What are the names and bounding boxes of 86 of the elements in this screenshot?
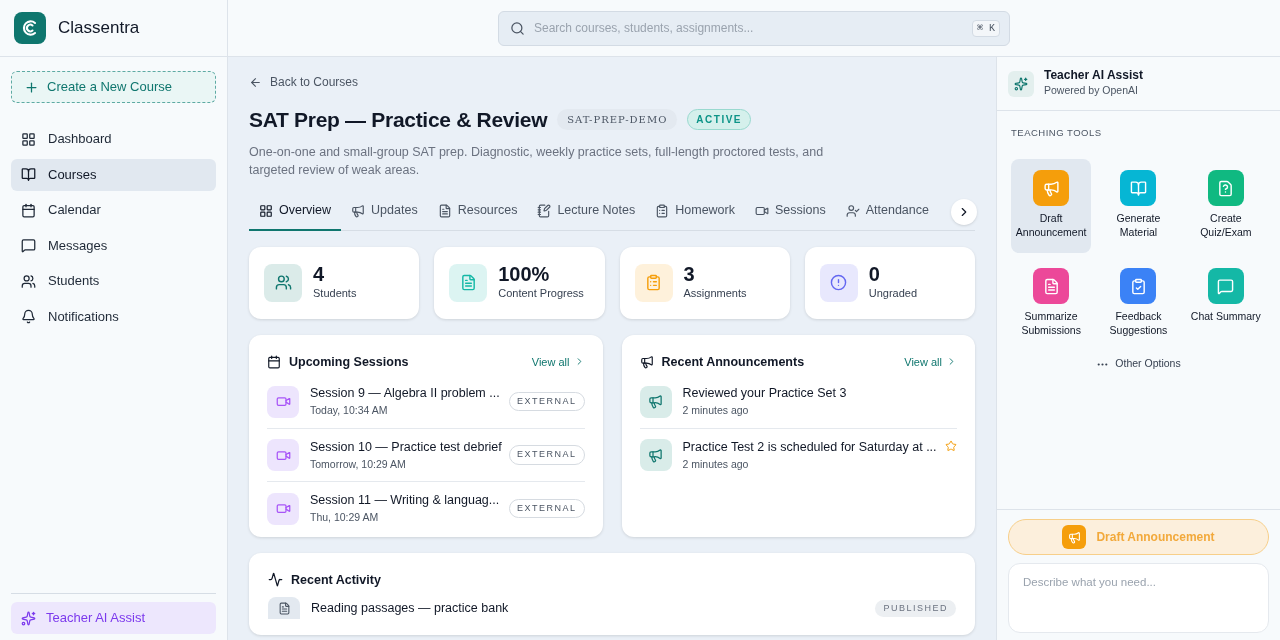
teaching-tool-button[interactable]: Draft Announcement — [1011, 159, 1092, 254]
course-tab[interactable]: Lecture Notes — [527, 192, 646, 231]
megaphone-icon — [639, 385, 672, 418]
dashboard-icon — [21, 131, 36, 147]
plus-icon — [24, 79, 39, 95]
megaphone-icon — [1062, 525, 1087, 549]
bell-icon — [21, 309, 36, 324]
stat-label: Content Progress — [498, 286, 584, 302]
announcement-time: 2 minutes ago — [682, 456, 750, 472]
chat-icon — [21, 238, 36, 253]
users-icon — [21, 273, 36, 289]
sparkles-icon — [1008, 70, 1034, 97]
course-tab[interactable]: Homework — [645, 192, 745, 231]
panel-title: Recent Announcements — [661, 353, 806, 371]
panel-title: Upcoming Sessions — [289, 353, 410, 371]
notebook-icon — [537, 203, 552, 218]
prompt-field[interactable]: Describe what you need... — [1008, 563, 1269, 633]
book-icon — [21, 167, 36, 182]
course-tab[interactable]: Overview — [249, 192, 342, 231]
video-icon — [267, 439, 299, 471]
course-code: SAT-PREP-DEMO — [557, 109, 678, 131]
megaphone-icon — [639, 439, 672, 471]
megaphone-icon — [639, 354, 654, 369]
announcement-title: Practice Test 2 is scheduled for Saturday at ... — [682, 438, 934, 456]
scroll-right-button[interactable] — [951, 198, 977, 225]
video-icon — [267, 385, 299, 418]
stat-value: 100% — [498, 263, 551, 286]
activity-title: Reading passages — practice bank — [311, 599, 510, 617]
stat-value: 4 — [313, 263, 326, 286]
search-icon — [510, 20, 525, 36]
brand-logo-icon — [14, 12, 46, 44]
view-all-link[interactable]: View all — [904, 353, 957, 371]
brand-name: Classentra — [58, 17, 140, 40]
document-icon — [268, 597, 300, 620]
document-icon — [437, 203, 452, 218]
create-course-button[interactable]: Create a New Course — [11, 71, 216, 103]
sidebar-item[interactable]: Notifications — [11, 300, 216, 333]
stat-label: Ungraded — [868, 286, 918, 302]
sidebar-item[interactable]: Students — [11, 265, 216, 297]
teaching-tool-button[interactable]: Summarize Submissions — [1011, 257, 1092, 352]
course-tab[interactable]: Sessions — [745, 192, 836, 231]
activity-icon — [268, 572, 283, 588]
stat-value: 3 — [683, 263, 696, 286]
clipboard-icon — [655, 203, 670, 218]
announcement-title: Reviewed your Practice Set 3 — [682, 385, 848, 403]
session-time: Thu, 10:29 AM — [310, 510, 380, 525]
grid-icon — [259, 203, 273, 218]
back-link[interactable]: Back to Courses — [249, 73, 975, 91]
video-icon — [267, 492, 299, 525]
announcement-time: 2 minutes ago — [682, 403, 750, 418]
stat-label: Assignments — [683, 286, 747, 302]
published-tag: PUBLISHED — [875, 599, 956, 617]
session-time: Today, 10:34 AM — [310, 403, 389, 418]
sidebar-item[interactable]: Courses — [11, 158, 216, 191]
panel-title: Recent Activity — [291, 571, 381, 589]
course-title: SAT Prep — Practice & Review — [249, 107, 548, 133]
stat-label: Students — [313, 286, 357, 302]
calendar-icon — [267, 354, 281, 369]
sidebar-item[interactable]: Calendar — [11, 194, 216, 226]
session-time: Tomorrow, 10:29 AM — [310, 456, 407, 472]
course-description: One-on-one and small-group SAT prep. Diagnostic, weekly practice sets, full-length proctored tests, and targeted review of weak areas. — [249, 143, 825, 179]
section-label: TEACHING TOOLS — [1010, 126, 1103, 140]
megaphone-icon — [351, 203, 366, 218]
ai-assist-button[interactable]: Teacher AI Assist — [11, 602, 216, 634]
assistant-title: Teacher AI Assist — [1044, 68, 1143, 84]
star-icon[interactable] — [945, 439, 957, 452]
assistant-subtitle: Powered by OpenAI — [1044, 83, 1139, 99]
session-title: Session 11 — Writing & languag... — [310, 492, 498, 510]
sparkles-icon — [21, 610, 36, 626]
calendar-icon — [21, 202, 36, 218]
course-tab[interactable]: Attendance — [835, 192, 939, 231]
teaching-tool-button[interactable]: Feedback Suggestions — [1098, 257, 1179, 352]
teaching-tool-button[interactable]: Create Quiz/Exam — [1185, 159, 1266, 254]
teaching-tool-button[interactable]: Chat Summary — [1185, 257, 1266, 352]
view-all-link[interactable]: View all — [531, 353, 585, 371]
sidebar-item[interactable]: Dashboard — [11, 123, 216, 155]
course-tab[interactable]: Updates — [341, 192, 428, 231]
sidebar-item[interactable]: Messages — [11, 229, 216, 262]
status-badge: ACTIVE — [687, 109, 751, 131]
other-options-button[interactable]: Other Options — [1096, 356, 1181, 372]
back-arrow-icon — [249, 75, 262, 89]
stat-value: 0 — [868, 263, 881, 286]
user-check-icon — [845, 203, 860, 218]
teaching-tool-button[interactable]: Generate Material — [1098, 159, 1179, 254]
course-tab[interactable]: Resources — [427, 192, 528, 231]
session-title: Session 9 — Algebra II problem ... — [310, 385, 498, 403]
